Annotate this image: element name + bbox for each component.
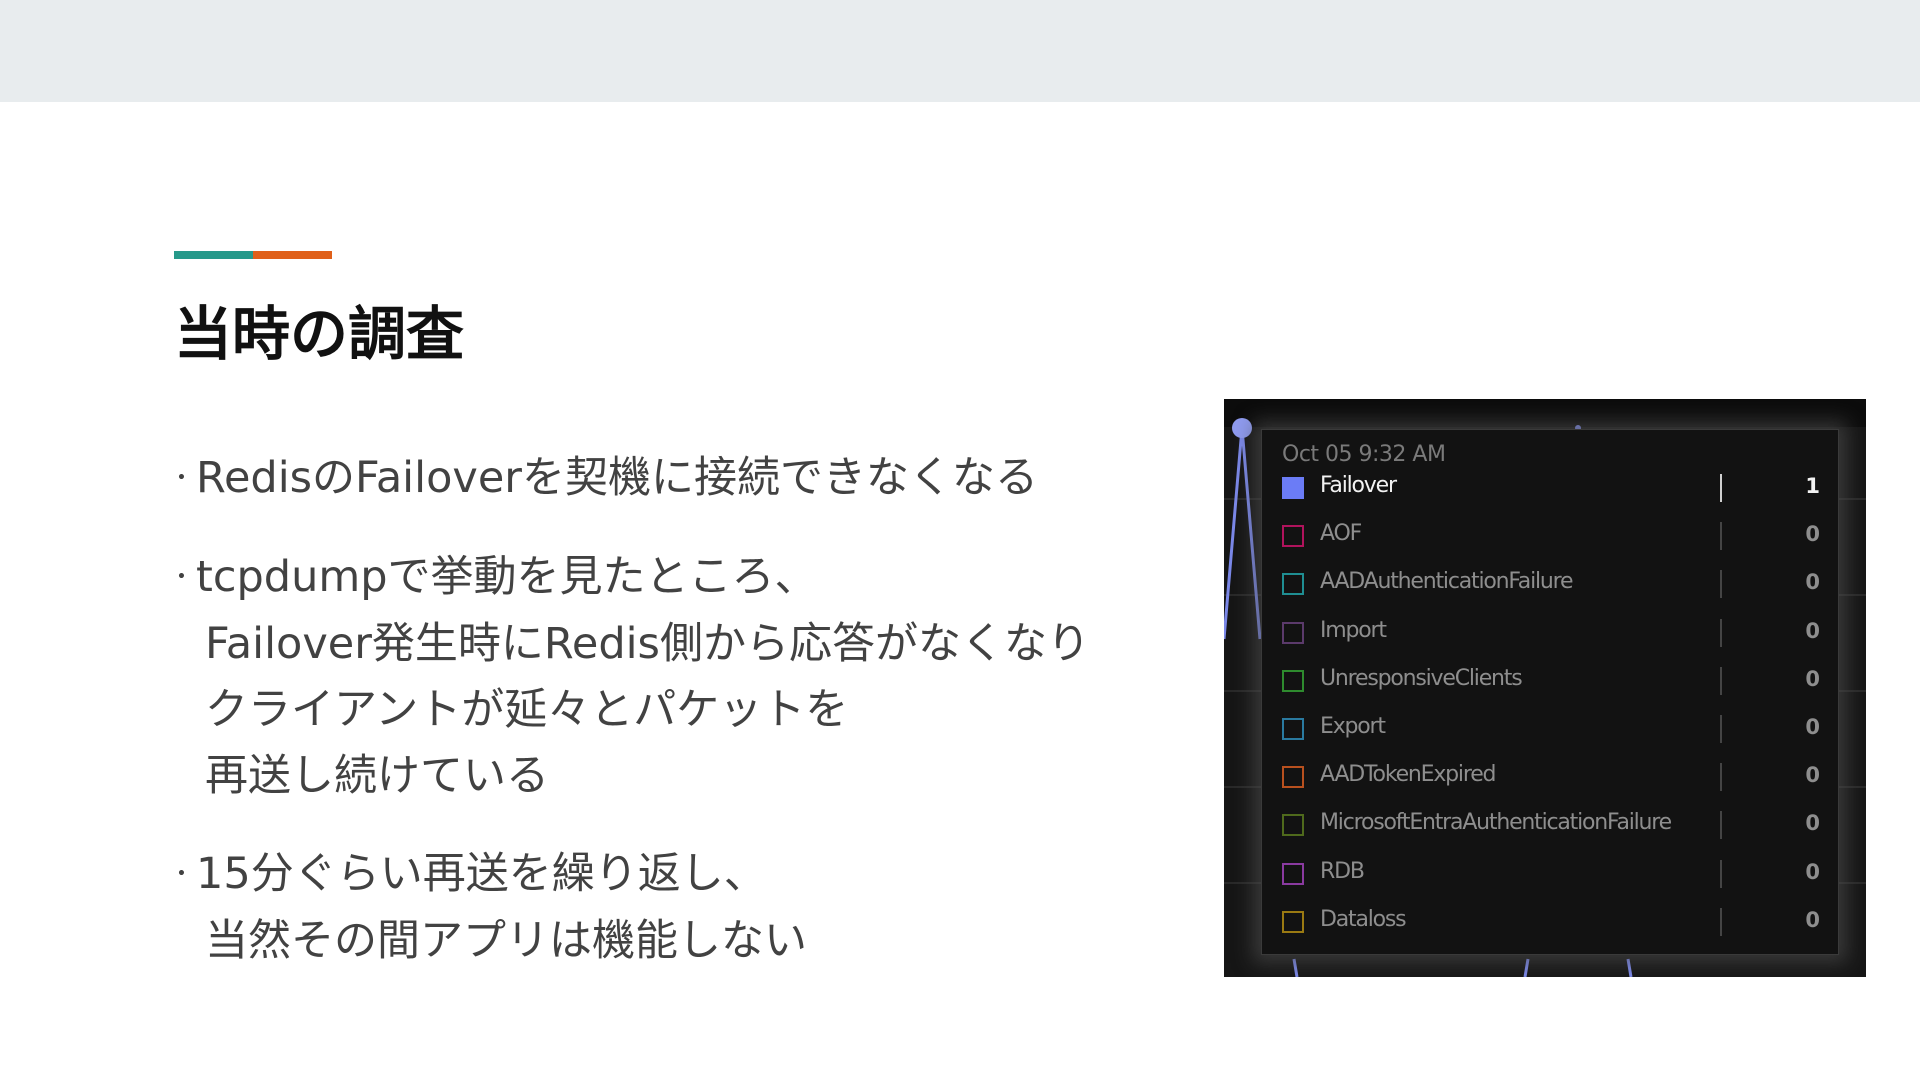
legend-swatch-icon	[1282, 910, 1304, 933]
tooltip-row-label: Dataloss	[1320, 906, 1407, 932]
tooltip-row-divider	[1720, 666, 1722, 695]
tooltip-row-label: Import	[1320, 617, 1387, 643]
chart-hover-point	[1232, 418, 1252, 438]
top-band	[0, 0, 1920, 102]
bullet-line: ･ 15分ぐらい再送を繰り返し、	[174, 841, 1154, 908]
legend-swatch-icon	[1282, 766, 1304, 789]
tooltip-row-label: AOF	[1320, 521, 1362, 547]
tooltip-row-label: RDB	[1320, 858, 1365, 884]
slide-title: 当時の調査	[174, 300, 465, 368]
bullet-line: ･ tcpdumpで挙動を見たところ、	[174, 544, 1154, 611]
accent-bar-orange	[253, 251, 332, 259]
tooltip-row: Import 0	[1282, 615, 1822, 651]
bullet-marker: ･	[174, 857, 189, 892]
tooltip-row-divider	[1720, 907, 1722, 936]
tooltip-row: AOF 0	[1282, 518, 1822, 554]
tooltip-row: AADAuthenticationFailure 0	[1282, 566, 1822, 602]
bullet-list: ･ RedisのFailoverを契機に接続できなくなる･ tcpdumpで挙動を見…	[174, 445, 1154, 1006]
bullet-marker: ･	[174, 560, 189, 595]
tooltip-row-value: 0	[1805, 666, 1820, 691]
bullet-line: 再送し続けている	[174, 743, 1154, 809]
bullet-text: 15分ぐらい再送を繰り返し、	[196, 849, 767, 899]
tooltip-row-value: 0	[1805, 715, 1820, 739]
bullet-marker: ･	[174, 461, 189, 496]
tooltip-row-label: Export	[1320, 714, 1386, 739]
legend-swatch-icon	[1282, 669, 1304, 692]
accent-bar-teal	[174, 251, 253, 259]
tooltip-row-value: 0	[1805, 570, 1820, 595]
tooltip-row-value: 0	[1805, 907, 1820, 932]
legend-swatch-icon	[1282, 573, 1304, 596]
legend-swatch-icon	[1282, 621, 1304, 644]
legend-swatch-icon	[1282, 814, 1304, 837]
tooltip-row: RDB 0	[1282, 856, 1822, 892]
bullet-line: Failover発生時にRedis側から応答がなくなり	[174, 611, 1154, 677]
tooltip-row-label: AADTokenExpired	[1320, 762, 1497, 788]
bullet-text: RedisのFailoverを契機に接続できなくなる	[196, 453, 1038, 503]
chart-tooltip: Oct 05 9:32 AM Failover 1 AOF 0 AADAuthentic…	[1261, 429, 1839, 955]
tooltip-row-divider	[1720, 474, 1722, 502]
tooltip-row: Dataloss 0	[1282, 904, 1822, 940]
tooltip-row-label: AADAuthenticationFailure	[1320, 569, 1574, 595]
tooltip-row-value: 0	[1805, 618, 1820, 643]
bullet-text: tcpdumpで挙動を見たところ、	[196, 552, 818, 602]
bullet-item: ･ RedisのFailoverを契機に接続できなくなる	[174, 445, 1154, 512]
tooltip-row: UnresponsiveClients 0	[1282, 663, 1822, 699]
tooltip-row-divider	[1720, 859, 1722, 888]
tooltip-row: AADTokenExpired 0	[1282, 759, 1822, 795]
bullet-line: クライアントが延々とパケットを	[174, 677, 1154, 743]
bullet-item: ･ tcpdumpで挙動を見たところ、 Failover発生時にRedis側から応答…	[174, 544, 1154, 809]
bullet-item: ･ 15分ぐらい再送を繰り返し、当然その間アプリは機能しない	[174, 841, 1154, 974]
tooltip-row-label: UnresponsiveClients	[1320, 665, 1523, 691]
tooltip-row-value: 0	[1805, 522, 1820, 547]
tooltip-row: Export 0	[1282, 711, 1822, 747]
bullet-text: Failover発生時にRedis側から応答がなくなり	[205, 619, 1090, 669]
bullet-text: クライアントが延々とパケットを	[205, 685, 849, 735]
tooltip-timestamp: Oct 05 9:32 AM	[1282, 442, 1446, 467]
metrics-chart-screenshot: Oct 05 9:32 AM Failover 1 AOF 0 AADAuthentic…	[1224, 399, 1866, 977]
legend-swatch-icon	[1282, 718, 1304, 740]
bullet-text: 当然その間アプリは機能しない	[205, 916, 807, 966]
tooltip-row: MicrosoftEntraAuthenticationFailure 0	[1282, 807, 1822, 843]
tooltip-row-label: MicrosoftEntraAuthenticationFailure	[1320, 810, 1672, 836]
legend-swatch-icon	[1282, 477, 1304, 499]
tooltip-row-divider	[1720, 811, 1722, 840]
tooltip-row-divider	[1720, 715, 1722, 743]
tooltip-row-value: 0	[1805, 763, 1820, 788]
tooltip-row: Failover 1	[1282, 470, 1822, 506]
tooltip-row-value: 0	[1805, 811, 1820, 836]
tooltip-row-label: Failover	[1320, 473, 1397, 498]
tooltip-row-value: 1	[1805, 474, 1820, 498]
bullet-line: 当然その間アプリは機能しない	[174, 908, 1154, 974]
legend-swatch-icon	[1282, 862, 1304, 885]
tooltip-row-divider	[1720, 618, 1722, 647]
legend-swatch-icon	[1282, 525, 1304, 548]
tooltip-row-divider	[1720, 763, 1722, 792]
bullet-text: 再送し続けている	[205, 751, 549, 801]
tooltip-row-divider	[1720, 522, 1722, 551]
bullet-line: ･ RedisのFailoverを契機に接続できなくなる	[174, 445, 1154, 512]
tooltip-row-divider	[1720, 570, 1722, 599]
tooltip-row-value: 0	[1805, 859, 1820, 884]
